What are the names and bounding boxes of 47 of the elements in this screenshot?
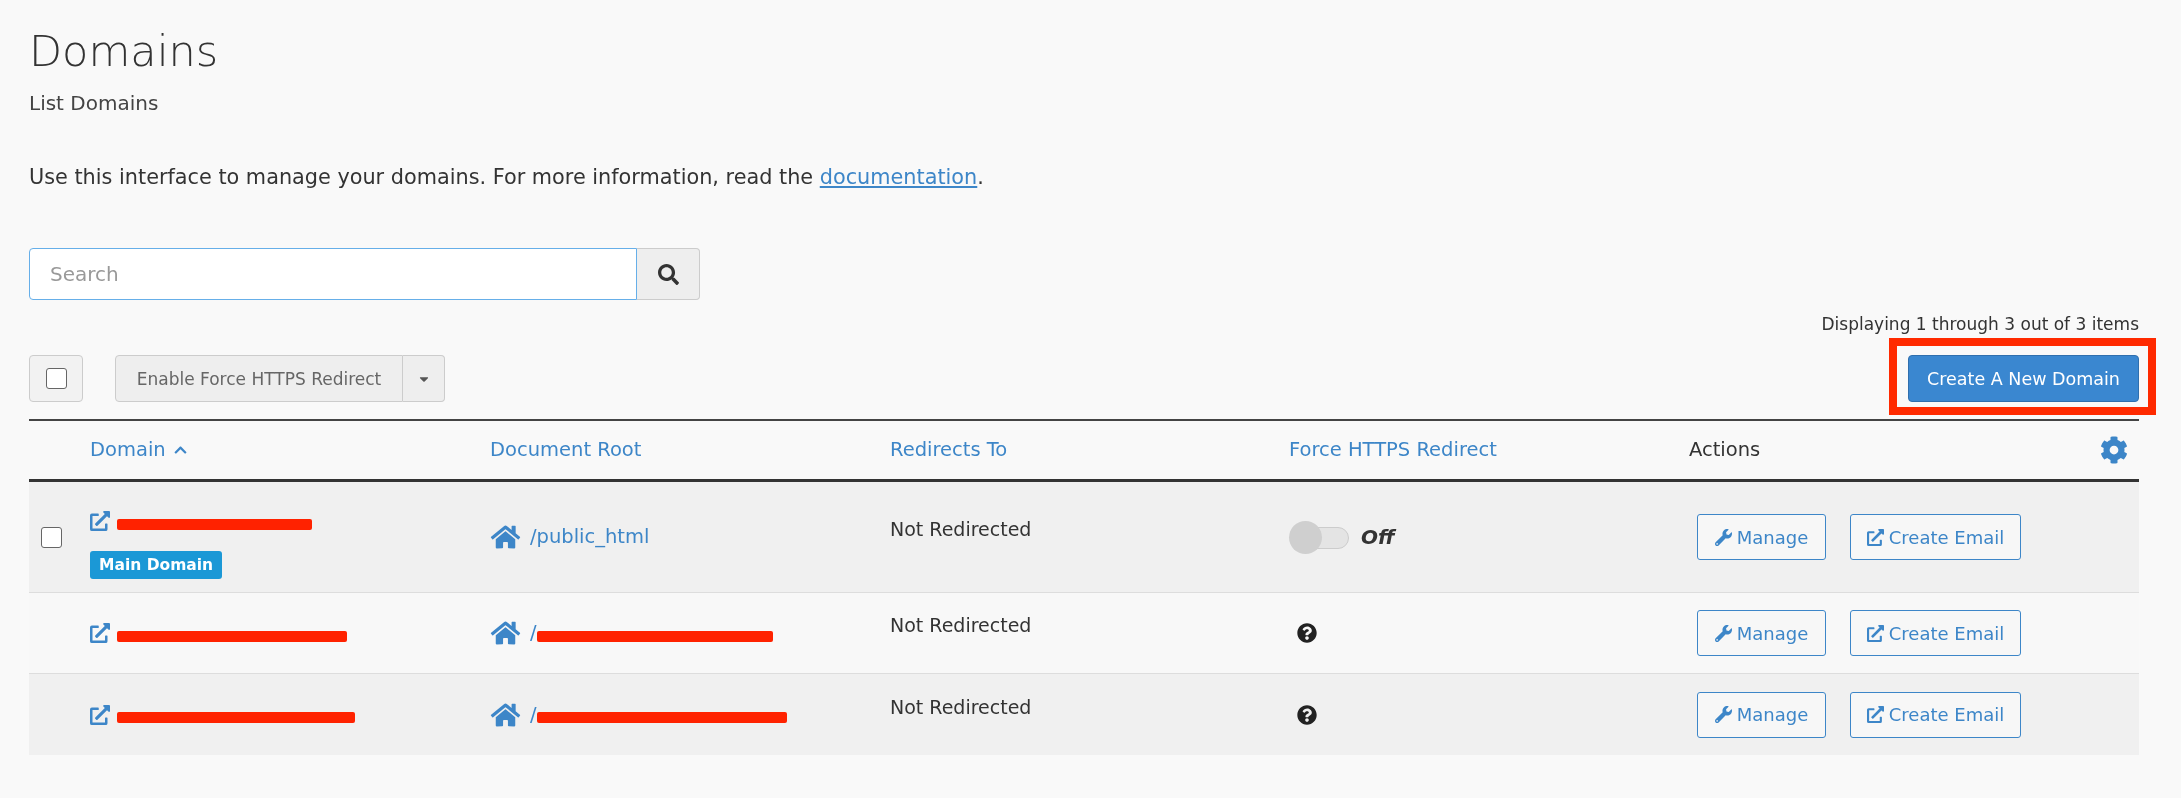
document-root-link[interactable]: /public_html: [530, 523, 650, 551]
select-all-control[interactable]: [29, 355, 83, 402]
redirect-status: Not Redirected: [890, 517, 1032, 542]
home-icon: [490, 620, 521, 646]
manage-button[interactable]: Manage: [1697, 610, 1826, 656]
force-https-toggle[interactable]: [1289, 520, 1349, 554]
column-header[interactable]: Force HTTPS Redirect: [1289, 436, 1497, 464]
page-subtitle: List Domains: [29, 90, 159, 117]
column-header[interactable]: Document Root: [490, 436, 642, 464]
documentation-link[interactable]: documentation: [819, 165, 978, 189]
manage-button[interactable]: Manage: [1697, 514, 1826, 560]
external-link-icon: [1866, 528, 1884, 546]
row-checkbox[interactable]: [41, 526, 62, 548]
main-domain-badge: Main Domain: [90, 551, 223, 579]
document-root-link[interactable]: /: [530, 700, 537, 729]
help-icon[interactable]: [1297, 704, 1317, 725]
external-link-icon[interactable]: [90, 623, 110, 643]
external-link-icon: [1866, 624, 1884, 642]
page-title: Domains: [29, 27, 219, 75]
create-email-button[interactable]: Create Email: [1850, 691, 2021, 738]
create-email-button[interactable]: Create Email: [1850, 514, 2021, 560]
column-header[interactable]: Redirects To: [890, 436, 1008, 464]
external-link-icon: [1866, 706, 1884, 723]
create-email-button[interactable]: Create Email: [1850, 610, 2021, 656]
external-link-icon[interactable]: [90, 511, 110, 531]
column-header: Actions: [1689, 437, 1761, 463]
home-icon: [490, 524, 521, 550]
wrench-icon: [1714, 706, 1732, 723]
search-icon: [657, 263, 679, 285]
description-text: Use this interface to manage your domains. For more information, read the documentation.: [29, 164, 984, 191]
search-field[interactable]: Search: [29, 248, 637, 300]
wrench-icon: [1714, 624, 1732, 642]
redirect-status: Not Redirected: [890, 613, 1032, 638]
column-header[interactable]: Domain: [90, 436, 189, 464]
create-domain-button[interactable]: Create A New Domain: [1908, 355, 2139, 402]
home-icon: [490, 701, 521, 728]
help-icon[interactable]: [1297, 623, 1317, 643]
toggle-state-label: Off: [1361, 524, 1395, 551]
select-all-checkbox[interactable]: [45, 368, 67, 389]
manage-button[interactable]: Manage: [1697, 691, 1826, 738]
external-link-icon[interactable]: [90, 704, 110, 725]
pagination-summary: Displaying 1 through 3 out of 3 items: [1821, 313, 2139, 336]
settings-icon[interactable]: [2100, 436, 2128, 464]
search-button[interactable]: [637, 248, 700, 300]
redirect-status: Not Redirected: [890, 694, 1032, 720]
wrench-icon: [1714, 528, 1732, 546]
document-root-link[interactable]: /: [530, 619, 537, 647]
